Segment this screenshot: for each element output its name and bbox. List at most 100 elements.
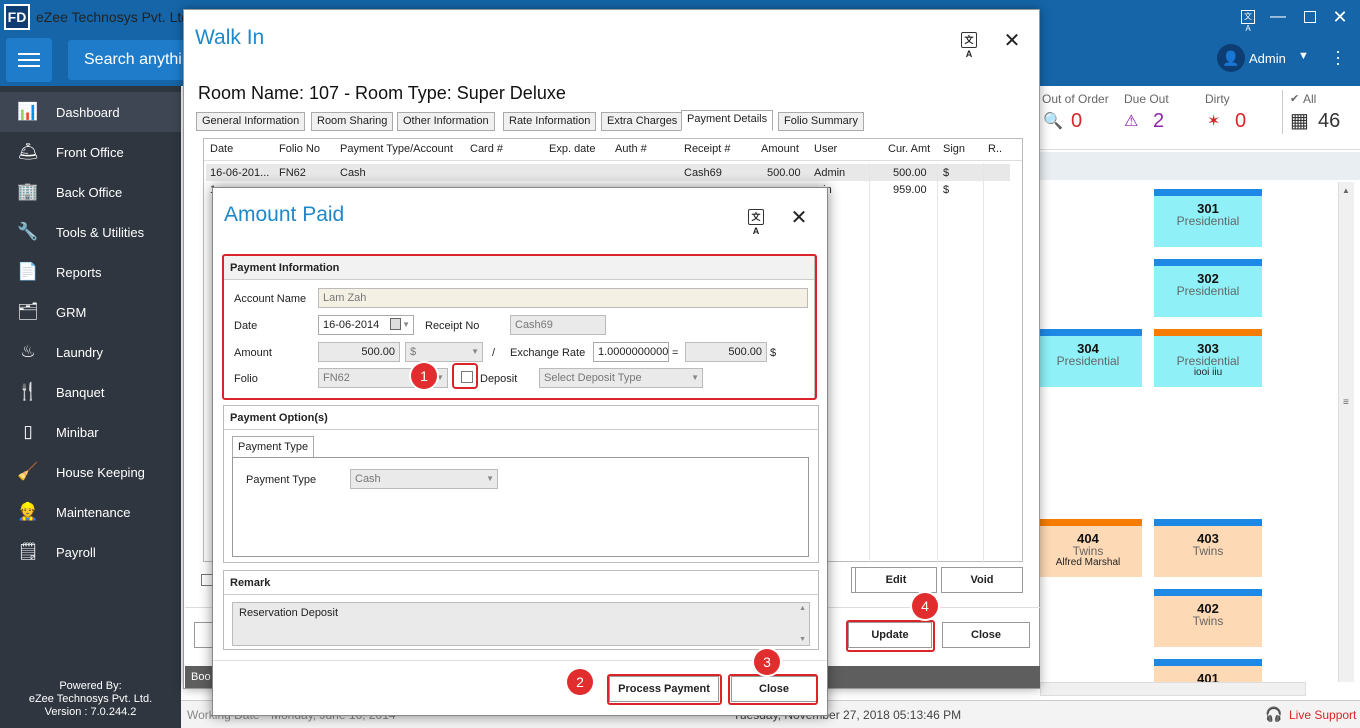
tab-extra-charges[interactable]: Extra Charges [601,112,684,131]
room-tile[interactable]: 402 Twins [1154,589,1262,647]
walk-in-close-button[interactable]: Close [942,622,1030,648]
user-avatar-icon[interactable]: 👤 [1217,44,1245,72]
room-guest: iooi iiu [1193,367,1223,378]
grid-header[interactable]: Folio No [279,143,320,155]
stat-value[interactable]: 2 [1153,110,1164,132]
grid-header[interactable]: Date [210,143,233,155]
grid-cell: $ [943,167,950,179]
live-support-link[interactable]: Live Support [1289,708,1356,722]
check-icon: ✔ [1290,93,1300,105]
room-tile[interactable]: 303 Presidential iooi iiu [1154,329,1262,387]
minimize-button[interactable]: — [1266,5,1290,29]
dashboard-scrollbar[interactable]: ▲ ≡ [1338,182,1354,682]
grid-cell: 959.00 [893,184,927,196]
callout-badge-4: 4 [912,593,938,619]
app-title: eZee Technosys Pvt. Ltd [36,9,190,25]
sidebar-item-front-office[interactable]: 🛎 Front Office [0,132,181,172]
edit-button[interactable]: Edit [855,567,937,593]
grid-header[interactable]: Receipt # [684,143,730,155]
grid-header[interactable]: Sign [943,143,965,155]
grid-header[interactable]: Payment Type/Account [340,143,453,155]
grid-header[interactable]: User [814,143,837,155]
admin-user-name[interactable]: Admin [1249,51,1286,66]
amount-paid-dialog: Amount Paid 文A ✕ Payment Information Acc… [212,187,828,716]
more-options-icon[interactable]: · · · [1332,42,1344,72]
sidebar-item-tools[interactable]: 🔧 Tools & Utilities [0,212,181,252]
sidebar-item-reports[interactable]: 📄 Reports [0,252,181,292]
close-icon[interactable]: ✕ [1002,28,1022,53]
chart-icon: 📊 [17,102,39,121]
tab-payment-type[interactable]: Payment Type [232,436,315,458]
table-row[interactable] [206,164,1010,181]
chevron-down-icon[interactable]: ▼ [1298,50,1309,62]
payment-options-heading: Payment Option(s) [224,406,818,430]
sidebar-item-minibar[interactable]: ▯ Minibar [0,412,181,452]
sidebar-item-label: Back Office [56,185,123,200]
grid-header[interactable]: Exp. date [549,143,595,155]
version-label: Version : 7.0.244.2 [44,706,137,718]
remark-text: Reservation Deposit [239,607,339,619]
hamburger-menu-button[interactable] [6,38,52,82]
tab-other-information[interactable]: Other Information [397,112,495,131]
room-tile[interactable]: 302 Presidential [1154,259,1262,317]
sidebar-item-grm[interactable]: 🗂 GRM [0,292,181,332]
sidebar-item-label: Tools & Utilities [56,225,145,240]
grid-header[interactable]: Card # [470,143,503,155]
sidebar-item-laundry[interactable]: ♨ Laundry [0,332,181,372]
tab-rate-information[interactable]: Rate Information [503,112,597,131]
callout-badge-3: 3 [754,649,780,675]
room-guest: Alfred Marshal [1055,557,1121,568]
room-tile[interactable]: 404 Twins Alfred Marshal [1034,519,1142,577]
sidebar-item-house-keeping[interactable]: 🧹 House Keeping [0,452,181,492]
stat-value[interactable]: 0 [1071,110,1082,132]
room-tile[interactable]: 403 Twins [1154,519,1262,577]
walk-in-title: Walk In [195,26,265,49]
grid-cell: Admin [814,167,846,179]
dashboard-hscroll[interactable] [1040,682,1306,696]
stat-value[interactable]: 46 [1318,110,1340,132]
grid-cell: Cash [340,167,366,179]
close-icon[interactable]: ✕ [789,205,809,230]
tab-folio-summary[interactable]: Folio Summary [778,112,864,131]
tab-payment-details[interactable]: Payment Details [681,110,774,131]
payment-type-label: Payment Type [246,474,317,486]
room-type: Presidential [1056,354,1120,368]
chevron-down-icon: ▼ [486,474,494,483]
sidebar-item-maintenance[interactable]: 👷 Maintenance [0,492,181,532]
window-close-button[interactable]: ✕ [1328,5,1352,29]
sidebar-item-label: Payroll [56,545,96,560]
sidebar-item-dashboard[interactable]: 📊 Dashboard [0,92,181,132]
remark-textarea[interactable]: Reservation Deposit ▲ ▼ [232,602,810,646]
maximize-button[interactable] [1298,5,1322,29]
grid-header[interactable]: Auth # [615,143,647,155]
tab-room-sharing[interactable]: Room Sharing [311,112,394,131]
grid-header[interactable]: Cur. Amt [888,143,930,155]
grid-header[interactable]: Amount [761,143,799,155]
payment-type-dropdown[interactable]: Cash ▼ [350,469,498,489]
room-type: Presidential [1176,284,1240,298]
room-tile[interactable]: 401 [1154,659,1262,683]
void-button[interactable]: Void [941,567,1023,593]
update-highlight [846,620,935,652]
tab-general-information[interactable]: General Information [196,112,306,131]
desk-icon: 🛎 [17,142,39,161]
sidebar-item-back-office[interactable]: 🏢 Back Office [0,172,181,212]
room-tile[interactable]: 301 Presidential [1154,189,1262,247]
search-input[interactable]: Search anythin [68,40,186,80]
payment-type-value: Cash [355,473,381,485]
grid-cell: 500.00 [893,167,927,179]
sidebar-item-label: Laundry [56,345,103,360]
sidebar-item-label: GRM [56,305,87,320]
stat-value[interactable]: 0 [1235,110,1246,132]
translate-icon[interactable]: 文A [1236,5,1260,33]
translate-icon[interactable]: 文A [961,32,977,59]
sidebar-item-payroll[interactable]: 🗒 Payroll [0,532,181,572]
sidebar-item-banquet[interactable]: 🍴 Banquet [0,372,181,412]
sidebar-footer: Powered By: eZee Technosys Pvt. Ltd. Ver… [0,680,181,719]
room-tile[interactable]: 304 Presidential [1034,329,1142,387]
grid-header[interactable]: R.. [988,143,1002,155]
close-highlight [728,674,818,705]
grid-cell: $ [943,184,950,196]
iron-icon: ♨ [20,342,36,361]
translate-icon[interactable]: 文A [748,209,764,236]
